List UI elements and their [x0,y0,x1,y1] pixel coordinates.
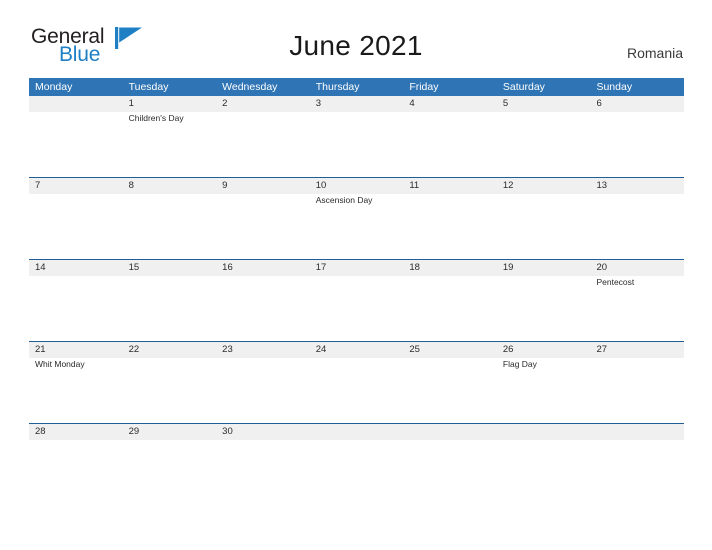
day-number[interactable]: 14 [29,260,123,276]
day-event [497,112,591,177]
day-event [216,276,310,341]
week-event-band [29,440,684,505]
day-number[interactable]: 16 [216,260,310,276]
day-event [590,112,684,177]
weekday-header-wednesday: Wednesday [222,81,278,93]
day-number[interactable]: 13 [590,178,684,194]
day-event [590,440,684,505]
day-event [403,194,497,259]
day-number[interactable]: 19 [497,260,591,276]
day-number[interactable]: 10 [310,178,404,194]
week-row: 14 15 16 17 18 19 20 Pentecost [29,259,684,341]
day-number[interactable]: 3 [310,96,404,112]
day-number[interactable]: 5 [497,96,591,112]
day-event: Children's Day [128,113,184,123]
day-event: Pentecost [596,277,635,287]
day-event [403,440,497,505]
country-label: Romania [626,45,683,61]
day-event [123,358,217,423]
page-title: June 2021 [289,30,423,61]
day-event [590,358,684,423]
day-event [497,440,591,505]
day-event: Whit Monday [35,359,85,369]
calendar-grid: Monday Tuesday Wednesday Thursday Friday… [29,78,684,505]
day-number[interactable]: 20 [590,260,684,276]
week-date-band: 21 22 23 24 25 26 27 [29,342,684,358]
day-event [29,276,123,341]
page-header: General Blue June 2021 Romania [0,0,712,65]
day-number[interactable]: 23 [216,342,310,358]
day-event [403,276,497,341]
day-number[interactable] [590,424,684,440]
weekday-header-saturday: Saturday [502,81,545,93]
day-event [310,440,404,505]
day-number[interactable]: 30 [216,424,310,440]
day-event [29,194,123,259]
day-event [123,440,217,505]
day-event [29,440,123,505]
day-event [29,112,123,177]
week-row: 7 8 9 10 11 12 13 Ascension Day [29,177,684,259]
day-event [216,194,310,259]
week-event-band: Pentecost [29,276,684,341]
day-event [403,358,497,423]
day-number[interactable]: 6 [590,96,684,112]
weekday-header-thursday: Thursday [315,81,360,93]
day-number[interactable]: 25 [403,342,497,358]
day-number[interactable]: 22 [123,342,217,358]
day-event [123,194,217,259]
day-event [216,440,310,505]
day-number[interactable]: 1 [123,96,217,112]
day-number[interactable] [29,96,123,112]
week-event-band: Whit Monday Flag Day [29,358,684,423]
day-event [310,358,404,423]
day-number[interactable]: 7 [29,178,123,194]
day-number[interactable]: 8 [123,178,217,194]
day-number[interactable]: 11 [403,178,497,194]
weekday-header-friday: Friday [409,81,439,93]
day-event [216,358,310,423]
day-number[interactable]: 15 [123,260,217,276]
calendar-page: General Blue June 2021 Romania Monday Tu… [0,0,712,550]
week-row: 28 29 30 [29,423,684,505]
day-number[interactable] [310,424,404,440]
day-event [310,276,404,341]
day-event [497,276,591,341]
day-event: Ascension Day [315,195,373,205]
day-number[interactable] [497,424,591,440]
week-event-band: Children's Day [29,112,684,177]
day-number[interactable]: 21 [29,342,123,358]
week-date-band: 14 15 16 17 18 19 20 [29,260,684,276]
weekday-header-row: Monday Tuesday Wednesday Thursday Friday… [29,78,684,96]
day-number[interactable]: 28 [29,424,123,440]
day-number[interactable]: 2 [216,96,310,112]
day-number[interactable]: 24 [310,342,404,358]
day-number[interactable]: 9 [216,178,310,194]
day-number[interactable]: 26 [497,342,591,358]
day-number[interactable] [403,424,497,440]
day-event [497,194,591,259]
week-date-band: 7 8 9 10 11 12 13 [29,178,684,194]
day-number[interactable]: 17 [310,260,404,276]
day-event: Flag Day [502,359,537,369]
day-number[interactable]: 18 [403,260,497,276]
week-row: 1 2 3 4 5 6 Children's Day [29,96,684,177]
day-number[interactable]: 27 [590,342,684,358]
week-event-band: Ascension Day [29,194,684,259]
day-number[interactable]: 12 [497,178,591,194]
day-event [590,194,684,259]
day-number[interactable]: 29 [123,424,217,440]
day-event [123,276,217,341]
weekday-header-sunday: Sunday [596,81,633,93]
week-date-band: 1 2 3 4 5 6 [29,96,684,112]
week-row: 21 22 23 24 25 26 27 Whit Monday Flag Da… [29,341,684,423]
weekday-header-monday: Monday [35,81,73,93]
day-event [310,112,404,177]
weekday-header-tuesday: Tuesday [128,81,169,93]
day-event [403,112,497,177]
day-event [216,112,310,177]
day-number[interactable]: 4 [403,96,497,112]
week-date-band: 28 29 30 [29,424,684,440]
